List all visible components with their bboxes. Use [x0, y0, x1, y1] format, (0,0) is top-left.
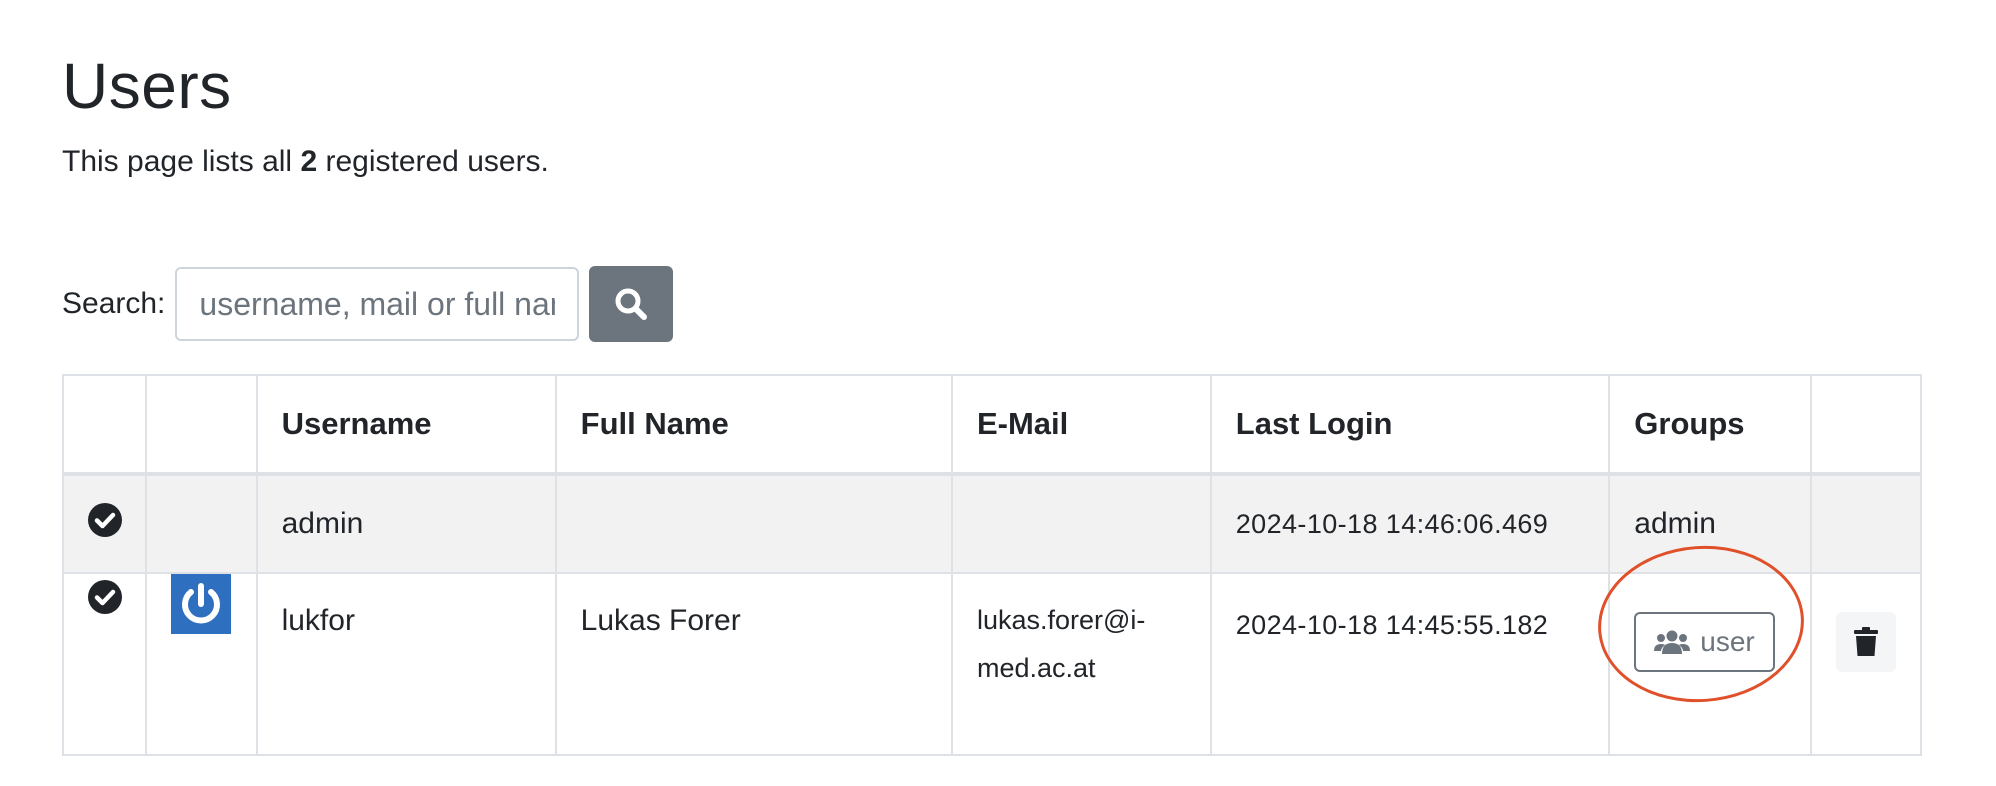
users-icon [1654, 630, 1691, 654]
avatar-cell [145, 572, 258, 756]
status-cell [61, 572, 148, 756]
username-cell: lukfor [255, 572, 557, 756]
actions-cell [1809, 473, 1923, 574]
table-row: lukfor Lukas Forer lukas.forer@i-med.ac.… [61, 572, 1923, 756]
email-cell [950, 473, 1212, 574]
page-title: Users [62, 50, 232, 122]
user-count: 2 [300, 145, 318, 178]
status-cell [61, 473, 148, 574]
search-icon [615, 288, 648, 320]
avatar-cell [145, 473, 258, 574]
email-cell: lukas.forer@i-med.ac.at [950, 572, 1212, 756]
trash-icon [1853, 627, 1878, 656]
table-row: admin 2024-10-18 14:46:06.469 admin [61, 473, 1923, 574]
header-groups: Groups [1608, 374, 1812, 476]
group-user-label: user [1700, 626, 1755, 657]
header-last-login: Last Login [1209, 374, 1611, 476]
page-subtitle: This page lists all 2 registered users. [62, 140, 549, 184]
header-email: E-Mail [950, 374, 1212, 476]
avatar[interactable] [171, 574, 232, 634]
groups-cell: user [1608, 572, 1812, 756]
subtitle-prefix: This page lists all [62, 145, 301, 178]
check-circle-icon [87, 503, 122, 537]
search-bar: Search: [62, 266, 674, 342]
check-circle-icon [87, 580, 122, 614]
search-label: Search: [62, 287, 166, 320]
table-header-row: Username Full Name E-Mail Last Login Gro… [61, 374, 1923, 476]
header-full-name: Full Name [554, 374, 953, 476]
delete-user-button[interactable] [1835, 612, 1896, 672]
full-name-cell [554, 473, 953, 574]
full-name-cell: Lukas Forer [554, 572, 953, 756]
header-avatar [145, 374, 258, 476]
power-avatar-icon [182, 583, 221, 624]
users-table: Username Full Name E-Mail Last Login Gro… [61, 374, 1923, 756]
last-login-cell: 2024-10-18 14:46:06.469 [1209, 473, 1611, 574]
subtitle-suffix: registered users. [317, 145, 549, 178]
header-status [61, 374, 148, 476]
header-username: Username [255, 374, 557, 476]
groups-cell: admin [1608, 473, 1812, 574]
search-input[interactable] [175, 267, 580, 341]
actions-cell [1809, 572, 1923, 756]
header-actions [1809, 374, 1923, 476]
username-cell: admin [255, 473, 557, 574]
search-button[interactable] [589, 266, 674, 342]
group-user-button[interactable]: user [1634, 612, 1775, 672]
last-login-cell: 2024-10-18 14:45:55.182 [1209, 572, 1611, 756]
